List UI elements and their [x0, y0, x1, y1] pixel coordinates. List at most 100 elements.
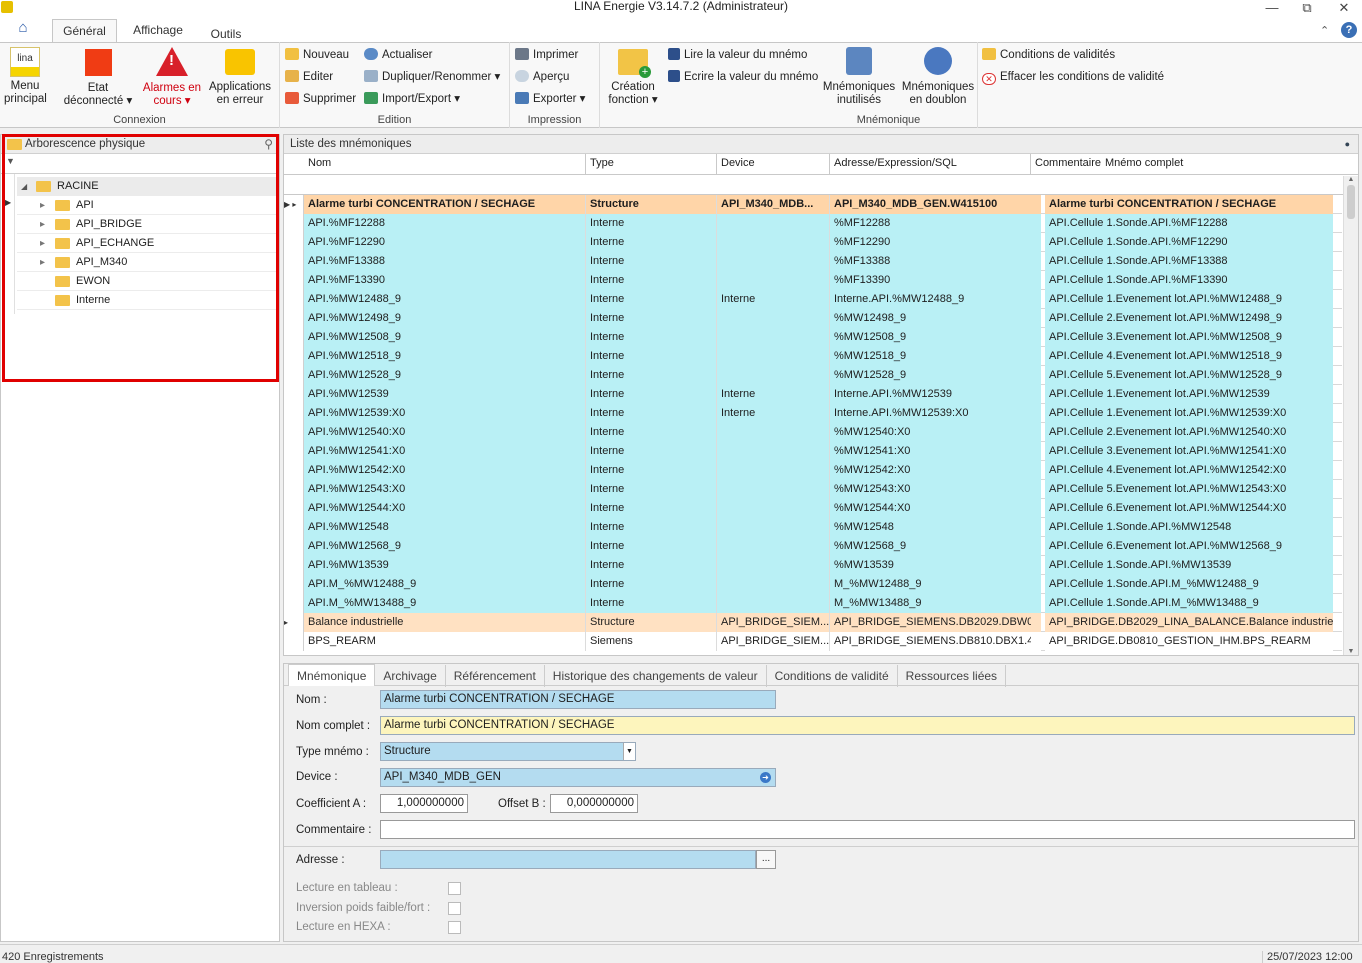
nom-complet-field[interactable]: Alarme turbi CONCENTRATION / SECHAGE — [380, 716, 1355, 735]
help-icon[interactable]: ? — [1341, 22, 1357, 38]
exporter-button[interactable]: Exporter ▾ — [515, 92, 585, 106]
row-selector[interactable] — [284, 252, 304, 271]
table-row[interactable]: ▶ ▸ Alarme turbi CONCENTRATION / SECHAGE S… — [284, 195, 1342, 214]
mnemoniques-doublon-button[interactable]: Mnémoniques en doublon — [900, 47, 976, 107]
imprimer-button[interactable]: Imprimer — [515, 48, 578, 62]
actualiser-button[interactable]: Actualiser — [364, 48, 433, 62]
detail-tab[interactable]: Référencement — [446, 665, 545, 687]
table-row[interactable]: API.%MF12288 Interne %MF12288 API.Cellule 1… — [284, 214, 1342, 233]
row-selector[interactable] — [284, 537, 304, 556]
row-selector[interactable] — [284, 271, 304, 290]
coefficient-a-field[interactable]: 1,000000000 — [380, 794, 468, 813]
row-selector[interactable] — [284, 575, 304, 594]
table-row[interactable]: ▸ Balance industrielle Structure API_BRIDGE… — [284, 613, 1342, 632]
collapse-ribbon-icon[interactable]: ⌃ — [1320, 24, 1329, 37]
row-selector[interactable] — [284, 309, 304, 328]
alarmes-button[interactable]: ! Alarmes en cours ▾ — [140, 47, 204, 108]
table-row[interactable]: API.%MW12508_9 Interne %MW12508_9 API.Cellu… — [284, 328, 1342, 347]
tab-affichage[interactable]: Affichage — [124, 19, 192, 43]
table-row[interactable]: API.%MF13390 Interne %MF13390 API.Cellule 1… — [284, 271, 1342, 290]
detail-tab[interactable]: Historique des changements de valeur — [545, 665, 767, 687]
row-selector[interactable]: ▶ ▸ — [284, 195, 304, 214]
row-selector[interactable] — [284, 328, 304, 347]
go-to-device-icon[interactable]: ➜ — [760, 772, 771, 783]
scrollbar-thumb[interactable] — [1347, 185, 1355, 219]
offset-b-field[interactable]: 0,000000000 — [550, 794, 638, 813]
ecrire-valeur-button[interactable]: Ecrire la valeur du mnémo — [668, 70, 818, 84]
apercu-button[interactable]: Aperçu — [515, 70, 569, 84]
table-row[interactable]: API.%MW12528_9 Interne %MW12528_9 API.Cellu… — [284, 366, 1342, 385]
table-row[interactable]: API.M_%MW13488_9 Interne M_%MW13488_9 API.C… — [284, 594, 1342, 613]
column-mnemo-complet[interactable]: Mnémo complet — [1101, 154, 1341, 175]
table-row[interactable]: API.%MW12539 Interne Interne Interne.API.%M… — [284, 385, 1342, 404]
row-selector[interactable] — [284, 499, 304, 518]
hexa-checkbox[interactable] — [448, 921, 461, 934]
row-selector[interactable] — [284, 518, 304, 537]
table-row[interactable]: API.%MW13539 Interne %MW13539 API.Cellule 1… — [284, 556, 1342, 575]
row-selector[interactable] — [284, 461, 304, 480]
detail-tab[interactable]: Ressources liées — [898, 665, 1007, 687]
row-selector[interactable] — [284, 556, 304, 575]
table-row[interactable]: API.%MW12540:X0 Interne %MW12540:X0 API.Cel… — [284, 423, 1342, 442]
type-mnemo-select[interactable]: Structure ▼ — [380, 742, 636, 761]
import-export-button[interactable]: Import/Export ▾ — [364, 92, 460, 106]
row-selector[interactable] — [284, 423, 304, 442]
column-adresse[interactable]: Adresse/Expression/SQL — [830, 154, 1031, 175]
row-selector[interactable] — [284, 594, 304, 613]
row-selector[interactable]: ▸ — [284, 613, 304, 632]
row-selector[interactable] — [284, 366, 304, 385]
table-row[interactable]: API.%MW12544:X0 Interne %MW12544:X0 API.Cel… — [284, 499, 1342, 518]
table-row[interactable]: API.%MW12548 Interne %MW12548 API.Cellule 1… — [284, 518, 1342, 537]
nouveau-button[interactable]: Nouveau — [285, 48, 349, 62]
table-row[interactable]: API.%MW12568_9 Interne %MW12568_9 API.Cellu… — [284, 537, 1342, 556]
table-row[interactable]: API.%MW12541:X0 Interne %MW12541:X0 API.Cel… — [284, 442, 1342, 461]
column-type[interactable]: Type — [586, 154, 717, 175]
row-selector[interactable] — [284, 233, 304, 252]
row-selector[interactable] — [284, 442, 304, 461]
column-commentaire[interactable]: Commentaire — [1031, 154, 1101, 175]
tab-general[interactable]: Général — [52, 19, 117, 43]
table-row[interactable]: API.%MW12539:X0 Interne Interne Interne.API… — [284, 404, 1342, 423]
minimize-button[interactable]: — — [1258, 0, 1286, 16]
table-row[interactable]: API.%MW12498_9 Interne %MW12498_9 API.Cellu… — [284, 309, 1342, 328]
table-row[interactable]: BPS_REARM Siemens API_BRIDGE_SIEM... API_BR… — [284, 632, 1342, 651]
row-selector[interactable] — [284, 347, 304, 366]
restore-button[interactable]: ⧉ — [1293, 0, 1321, 16]
row-selector[interactable] — [284, 290, 304, 309]
etat-connexion-button[interactable]: Etat déconnecté ▾ — [60, 47, 136, 108]
detail-tab[interactable]: Mnémonique — [288, 664, 376, 686]
adresse-field[interactable] — [380, 850, 756, 869]
table-row[interactable]: API.%MW12518_9 Interne %MW12518_9 API.Cellu… — [284, 347, 1342, 366]
mnemoniques-inutilises-button[interactable]: Mnémoniques inutilisés — [822, 47, 896, 107]
table-row[interactable]: API.%MF12290 Interne %MF12290 API.Cellule 1… — [284, 233, 1342, 252]
table-row[interactable]: API.%MF13388 Interne %MF13388 API.Cellule 1… — [284, 252, 1342, 271]
effacer-conditions-button[interactable]: ✕ Effacer les conditions de validité — [982, 70, 1164, 85]
detail-tab[interactable]: Archivage — [375, 665, 446, 687]
home-icon[interactable]: ⌂ — [8, 19, 38, 41]
conditions-validite-button[interactable]: Conditions de validités — [982, 48, 1115, 62]
row-selector[interactable] — [284, 632, 304, 651]
applications-erreur-button[interactable]: Applications en erreur — [206, 47, 274, 107]
lecture-tableau-checkbox[interactable] — [448, 882, 461, 895]
dupliquer-button[interactable]: Dupliquer/Renommer ▾ — [364, 70, 500, 84]
column-nom[interactable]: Nom — [304, 154, 586, 175]
column-device[interactable]: Device — [717, 154, 830, 175]
table-row[interactable]: API.%MW12542:X0 Interne %MW12542:X0 API.Cel… — [284, 461, 1342, 480]
device-field[interactable]: API_M340_MDB_GEN ➜ — [380, 768, 776, 787]
detail-tab[interactable]: Conditions de validité — [767, 665, 898, 687]
menu-principal-button[interactable]: lina Menu principal — [4, 47, 47, 106]
commentaire-field[interactable] — [380, 820, 1355, 839]
inversion-checkbox[interactable] — [448, 902, 461, 915]
pin-icon[interactable]: ● — [1345, 135, 1350, 154]
nom-field[interactable]: Alarme turbi CONCENTRATION / SECHAGE — [380, 690, 776, 709]
row-selector[interactable] — [284, 214, 304, 233]
list-filter-row[interactable] — [284, 175, 1358, 195]
table-row[interactable]: API.%MW12543:X0 Interne %MW12543:X0 API.Cel… — [284, 480, 1342, 499]
row-selector[interactable] — [284, 385, 304, 404]
lire-valeur-button[interactable]: Lire la valeur du mnémo — [668, 48, 807, 62]
table-row[interactable]: API.%MW12488_9 Interne Interne Interne.API.… — [284, 290, 1342, 309]
list-scrollbar[interactable]: ▲ ▼ — [1343, 176, 1358, 655]
chevron-down-icon[interactable]: ▼ — [623, 743, 635, 760]
creation-fonction-button[interactable]: + Création fonction ▾ — [606, 47, 660, 107]
row-selector[interactable] — [284, 480, 304, 499]
